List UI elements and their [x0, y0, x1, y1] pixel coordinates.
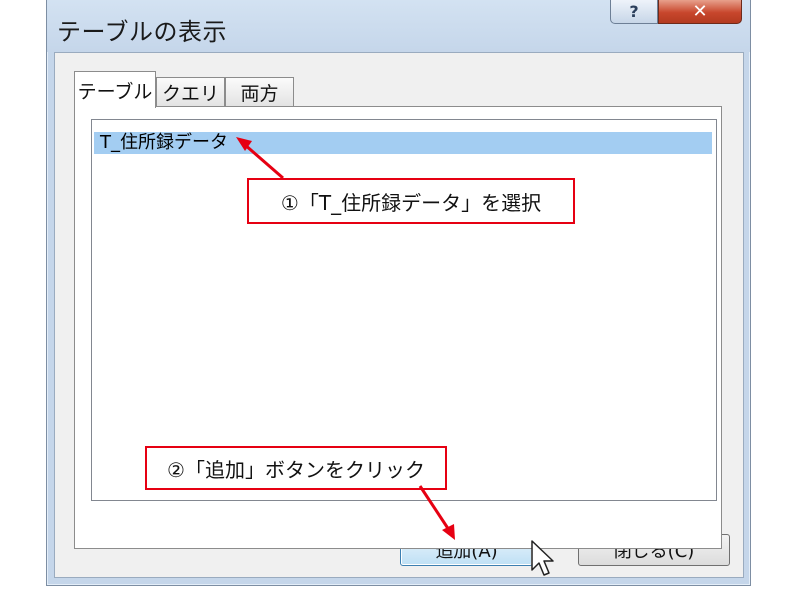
annotation-step-1: ①「T_住所録データ」を選択 — [247, 178, 575, 224]
table-listbox[interactable]: T_住所録データ — [91, 119, 717, 501]
dialog-body: テーブル クエリ 両方 T_住所録データ 追加(A) 閉じる(C) — [54, 52, 744, 578]
help-icon: ? — [629, 2, 639, 21]
tab-tables[interactable]: テーブル — [74, 71, 156, 108]
close-icon: ✕ — [692, 1, 708, 22]
annotation-step-2-text: ②「追加」ボタンをクリック — [167, 457, 425, 482]
tab-label: クエリ — [161, 83, 219, 105]
show-table-dialog: テーブルの表示 ? ✕ テーブル クエリ 両方 T_住所録データ 追加(A) 閉… — [46, 0, 751, 586]
close-window-button[interactable]: ✕ — [658, 0, 742, 24]
dialog-title: テーブルの表示 — [57, 18, 228, 46]
tab-label: テーブル — [77, 80, 153, 103]
title-bar: テーブルの表示 ? ✕ — [47, 0, 750, 52]
help-button[interactable]: ? — [610, 0, 658, 24]
list-item-address-data[interactable]: T_住所録データ — [94, 132, 712, 154]
annotation-step-1-text: ①「T_住所録データ」を選択 — [280, 190, 542, 215]
tab-queries[interactable]: クエリ — [156, 77, 225, 107]
tab-label: 両方 — [240, 83, 279, 105]
annotation-step-2: ②「追加」ボタンをクリック — [145, 446, 447, 490]
tab-both[interactable]: 両方 — [225, 77, 294, 107]
